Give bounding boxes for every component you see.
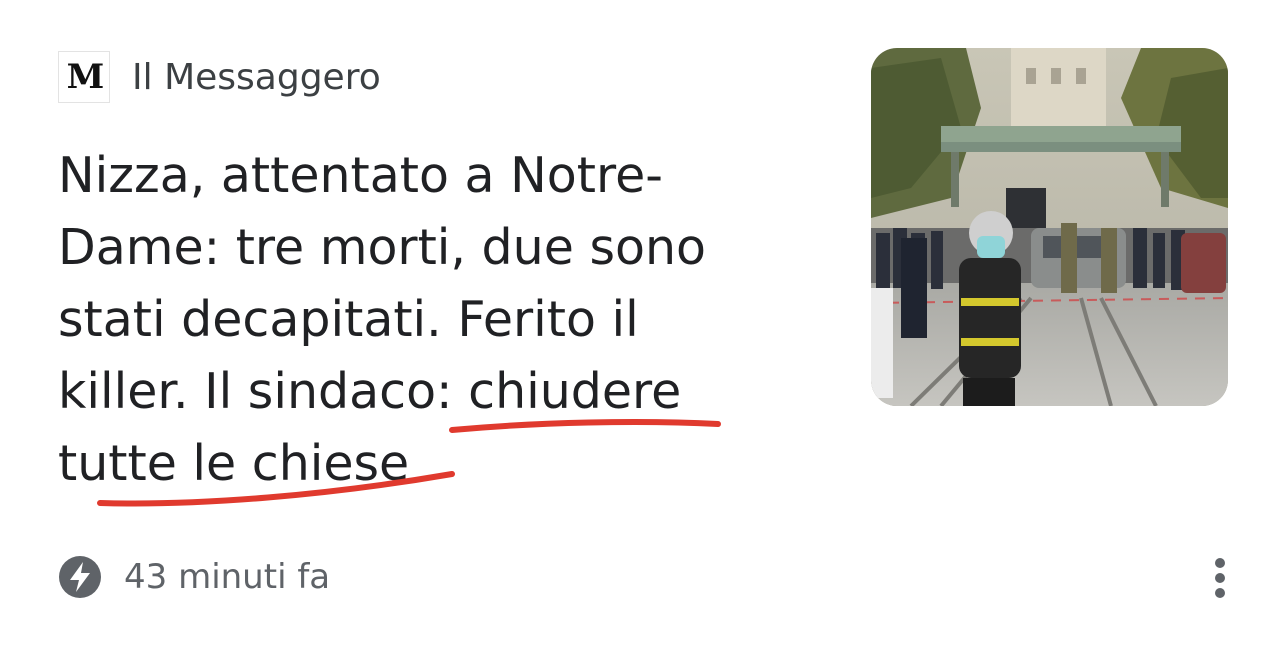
headline-line: stati decapitati. Ferito il [58,291,639,348]
street-scene-photo [871,48,1228,406]
headline[interactable]: Nizza, attentato a Notre- Dame: tre mort… [58,140,778,500]
lightning-bolt-icon [59,556,101,598]
news-card[interactable]: M Il Messaggero Nizza, attentato a Notre… [0,0,1280,652]
headline-line: Nizza, attentato a Notre- [58,147,663,204]
publisher-source: M Il Messaggero [58,48,381,106]
headline-line: tutte le chiese [58,435,410,492]
meta-row: 43 minuti fa [58,552,330,602]
more-options-button[interactable] [1200,552,1240,604]
headline-line: Dame: tre morti, due sono [58,219,706,276]
publisher-name: Il Messaggero [132,56,381,98]
more-vert-icon [1215,558,1225,598]
timestamp: 43 minuti fa [124,557,331,597]
headline-line: killer. Il sindaco: chiudere [58,363,682,420]
article-thumbnail[interactable] [871,48,1228,406]
publisher-logo: M [58,51,110,103]
